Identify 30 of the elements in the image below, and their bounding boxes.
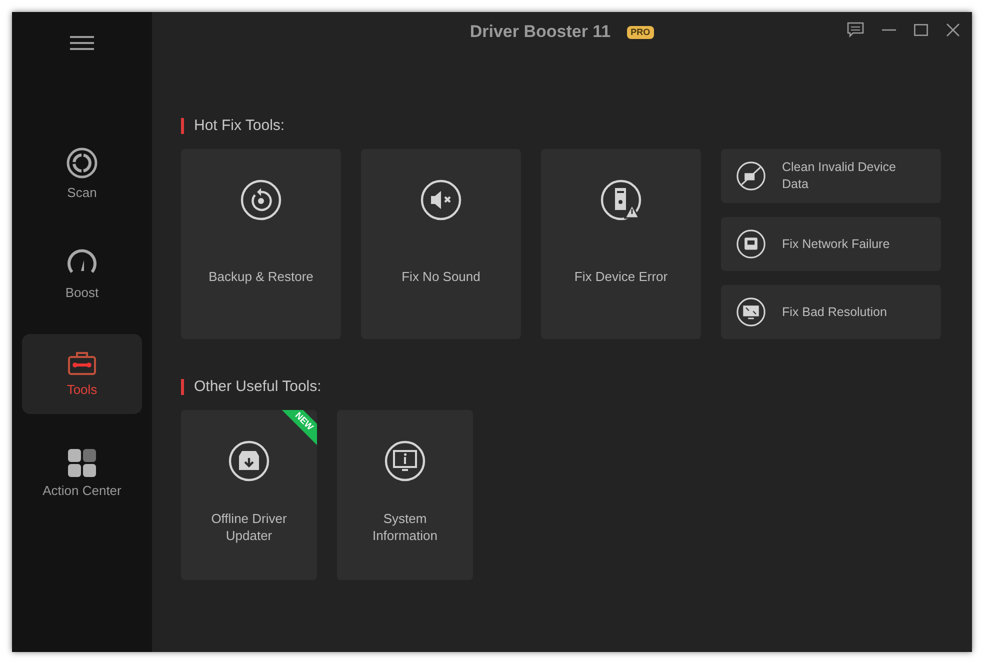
tool-tile[interactable]: Backup & Restore xyxy=(181,149,341,339)
close-icon[interactable] xyxy=(946,23,960,37)
section-heading: Hot Fix Tools: xyxy=(194,116,285,136)
nav-item[interactable]: Scan xyxy=(22,134,142,214)
tool-tile[interactable]: Fix Device Error xyxy=(541,149,701,339)
network-port-icon xyxy=(736,229,766,259)
no-device-icon xyxy=(736,161,766,191)
monitor-icon xyxy=(736,297,766,327)
window-title: Driver Booster 11 xyxy=(470,21,611,44)
pro-badge: PRO xyxy=(626,26,654,38)
mute-icon xyxy=(420,179,462,221)
tool-tile[interactable]: Fix Bad Resolution xyxy=(721,285,941,339)
feedback-icon[interactable] xyxy=(847,22,864,38)
toolbox-icon xyxy=(67,350,97,376)
nav-item[interactable]: Action Center xyxy=(22,434,142,514)
nav-item[interactable]: Tools xyxy=(22,334,142,414)
menu-icon[interactable] xyxy=(70,36,94,50)
restore-icon xyxy=(240,179,282,221)
device-warning-icon xyxy=(600,179,642,221)
tool-tile[interactable]: System Information xyxy=(337,410,473,580)
tool-tile[interactable]: Clean Invalid Device Data xyxy=(721,149,941,203)
nav-item[interactable]: Boost xyxy=(22,234,142,314)
tool-tile[interactable]: Fix Network Failure xyxy=(721,217,941,271)
info-monitor-icon xyxy=(384,440,426,482)
maximize-icon[interactable] xyxy=(914,23,928,37)
section-heading: Other Useful Tools: xyxy=(194,376,322,397)
download-box-icon xyxy=(228,440,270,482)
tool-tile[interactable]: Fix No Sound xyxy=(361,149,521,339)
scan-icon xyxy=(66,147,98,179)
grid-icon xyxy=(68,449,96,477)
